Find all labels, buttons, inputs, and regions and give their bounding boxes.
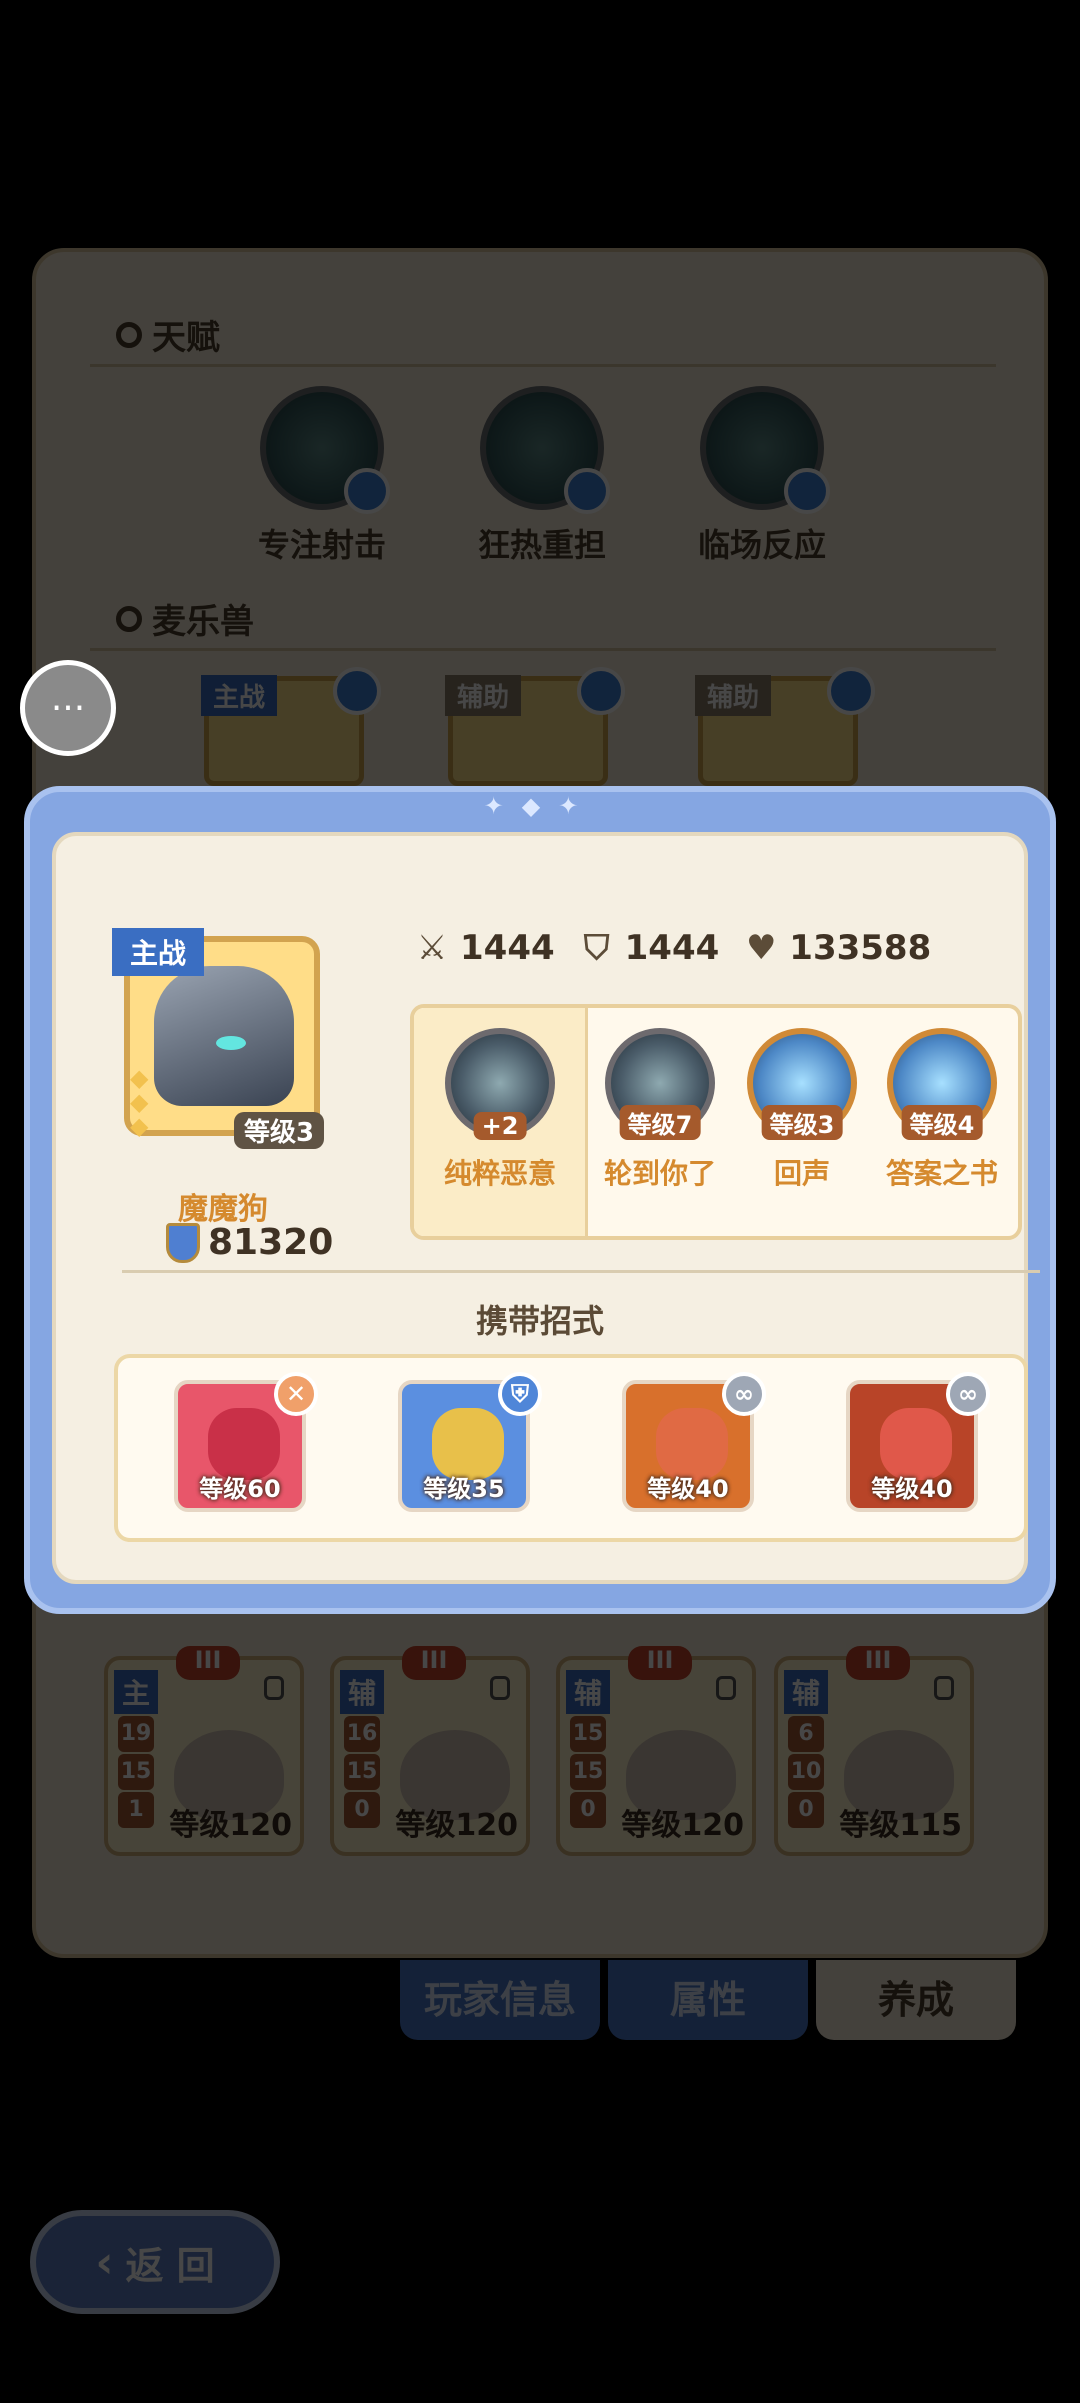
lock-icon <box>490 1676 510 1700</box>
attack-stat: ⚔ 1444 <box>412 928 555 968</box>
modal-content: 主战 ◆ ◆ ◆ 等级3 魔魔狗 81320 ⚔ 1444 ⛉ 1444 ♥ 133… <box>52 832 1040 1584</box>
tab-player-info[interactable]: 玩家信息 <box>400 1960 600 2040</box>
talent-1[interactable]: 专注射击 <box>222 386 422 566</box>
dragon-portrait <box>154 966 294 1106</box>
skill-4[interactable]: 等级4 答案之书 <box>872 1028 1012 1192</box>
move-1[interactable]: ✕ 等级60 <box>174 1372 318 1512</box>
shield-icon: ⛉ <box>583 928 610 968</box>
eye-emblem-icon <box>480 386 610 514</box>
pet-detail-modal: ✦◆✦ 主战 ◆ ◆ ◆ 等级3 魔魔狗 81320 ⚔ 1444 ⛉ 1444 ♥… <box>24 786 1056 1614</box>
rune-stats: 19 15 1 <box>118 1716 154 1830</box>
search-icon[interactable] <box>564 468 610 514</box>
moves-panel: ✕ 等级60 ⛨ 等级35 ∞ 等级40 ∞ 等级40 <box>114 1354 1028 1542</box>
power-display: 81320 <box>166 1222 333 1263</box>
modal-ornament: ✦◆✦ <box>483 792 597 820</box>
rune-card-2[interactable]: III 辅 16 15 0 等级120 <box>330 1646 530 1856</box>
bow-emblem-icon <box>260 386 390 514</box>
cross-icon: ✕ <box>274 1372 318 1416</box>
talent-section-title: 天赋 <box>116 310 220 359</box>
tab-development[interactable]: 养成 <box>816 1960 1016 2040</box>
skill-orb-icon: +2 <box>445 1028 555 1140</box>
rune-stats: 16 15 0 <box>344 1716 380 1830</box>
move-4[interactable]: ∞ 等级40 <box>846 1372 990 1512</box>
chat-bubble-icon[interactable]: ··· <box>20 660 116 756</box>
talent-section-icon <box>116 321 142 348</box>
stats-row: ⚔ 1444 ⛉ 1444 ♥ 133588 <box>412 928 931 968</box>
rune-stats: 6 10 0 <box>788 1716 824 1830</box>
lock-icon <box>716 1676 736 1700</box>
star-icons: ◆ ◆ ◆ <box>130 1064 149 1140</box>
lock-icon <box>264 1676 284 1700</box>
pet-divider <box>90 648 996 651</box>
skill-orb-icon: 等级4 <box>887 1028 997 1140</box>
link-icon: ∞ <box>722 1372 766 1416</box>
talent-3[interactable]: 临场反应 <box>662 386 862 566</box>
back-arrow-icon: ‹ <box>95 2236 114 2288</box>
tab-attributes[interactable]: 属性 <box>608 1960 808 2040</box>
back-button[interactable]: ‹ 返 回 <box>30 2210 280 2314</box>
shield-icon: ⛨ <box>498 1372 542 1416</box>
search-icon[interactable] <box>333 667 381 715</box>
skill-1[interactable]: +2 纯粹恶意 <box>430 1028 570 1192</box>
talent-divider <box>90 364 996 367</box>
pet-card-support-2[interactable]: 辅助 <box>695 667 875 786</box>
crossed-swords-icon: ⚔ <box>416 928 448 968</box>
lock-icon <box>934 1676 954 1700</box>
search-icon[interactable] <box>577 667 625 715</box>
shield-icon <box>166 1222 200 1263</box>
rune-card-4[interactable]: III 辅 6 10 0 等级115 <box>774 1646 974 1856</box>
defense-stat: ⛉ 1444 <box>577 928 719 968</box>
pet-card-support-1[interactable]: 辅助 <box>445 667 625 786</box>
main-battle-tag: 主战 <box>112 928 205 976</box>
pyramid-emblem-icon <box>700 386 830 514</box>
skill-3[interactable]: 等级3 回声 <box>732 1028 872 1192</box>
carried-moves-title: 携带招式 <box>475 1302 604 1340</box>
rune-card-1[interactable]: III 主 19 15 1 等级120 <box>104 1646 304 1856</box>
heart-icon: ♥ <box>746 928 777 968</box>
search-icon[interactable] <box>344 468 390 514</box>
pet-card-main[interactable]: 主战 <box>201 667 381 786</box>
search-icon[interactable] <box>827 667 875 715</box>
rune-stats: 15 15 0 <box>570 1716 606 1830</box>
section-divider <box>122 1270 1040 1273</box>
move-2[interactable]: ⛨ 等级35 <box>398 1372 542 1512</box>
talent-2[interactable]: 狂热重担 <box>442 386 642 566</box>
skill-orb-icon: 等级7 <box>605 1028 715 1140</box>
link-icon: ∞ <box>946 1372 990 1416</box>
rune-card-3[interactable]: III 辅 15 15 0 等级120 <box>556 1646 756 1856</box>
pet-section-title: 麦乐兽 <box>116 594 254 643</box>
hp-stat: ♥ 133588 <box>741 928 931 968</box>
skill-2[interactable]: 等级7 轮到你了 <box>590 1028 730 1192</box>
hero-level: 等级3 <box>234 1112 325 1149</box>
search-icon[interactable] <box>784 468 830 514</box>
skill-panel: +2 纯粹恶意 等级7 轮到你了 等级3 回声 等级4 答案之书 <box>410 1004 1022 1240</box>
move-3[interactable]: ∞ 等级40 <box>622 1372 766 1512</box>
skill-orb-icon: 等级3 <box>747 1028 857 1140</box>
pet-section-icon <box>116 605 142 632</box>
